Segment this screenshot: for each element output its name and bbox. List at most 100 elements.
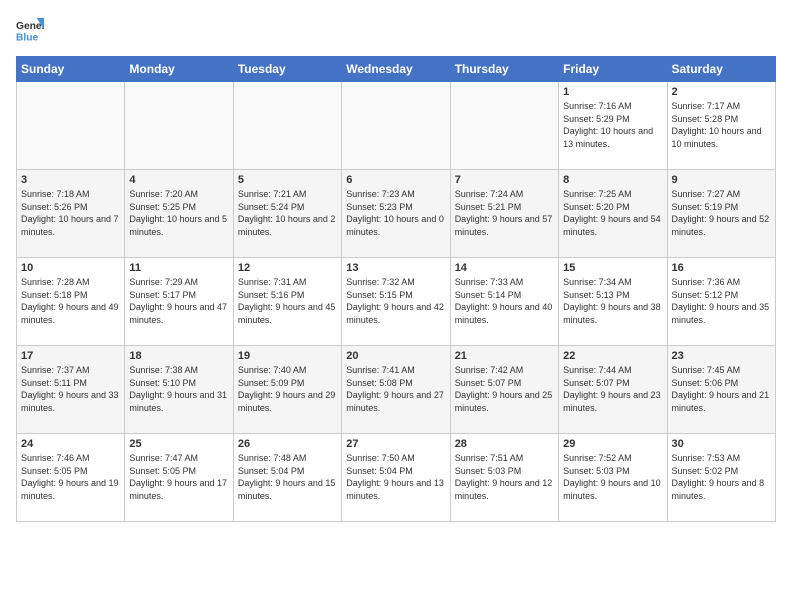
calendar-cell	[450, 82, 558, 170]
day-info: Sunrise: 7:33 AM Sunset: 5:14 PM Dayligh…	[455, 276, 554, 326]
day-number: 22	[563, 350, 662, 362]
day-number: 21	[455, 350, 554, 362]
calendar-week-row: 1Sunrise: 7:16 AM Sunset: 5:29 PM Daylig…	[17, 82, 776, 170]
day-number: 4	[129, 174, 228, 186]
day-info: Sunrise: 7:32 AM Sunset: 5:15 PM Dayligh…	[346, 276, 445, 326]
day-info: Sunrise: 7:46 AM Sunset: 5:05 PM Dayligh…	[21, 452, 120, 502]
column-header-saturday: Saturday	[667, 57, 775, 82]
day-number: 27	[346, 438, 445, 450]
calendar-cell	[125, 82, 233, 170]
day-number: 10	[21, 262, 120, 274]
day-info: Sunrise: 7:41 AM Sunset: 5:08 PM Dayligh…	[346, 364, 445, 414]
calendar-cell: 22Sunrise: 7:44 AM Sunset: 5:07 PM Dayli…	[559, 346, 667, 434]
day-info: Sunrise: 7:20 AM Sunset: 5:25 PM Dayligh…	[129, 188, 228, 238]
calendar-cell: 3 Sunrise: 7:18 AM Sunset: 5:26 PM Daylig…	[17, 170, 125, 258]
calendar-table: SundayMondayTuesdayWednesdayThursdayFrid…	[16, 56, 776, 522]
day-info: Sunrise: 7:50 AM Sunset: 5:04 PM Dayligh…	[346, 452, 445, 502]
calendar-cell: 9 Sunrise: 7:27 AM Sunset: 5:19 PM Daylig…	[667, 170, 775, 258]
day-number: 3	[21, 174, 120, 186]
calendar-cell: 27 Sunrise: 7:50 AM Sunset: 5:04 PM Dayli…	[342, 434, 450, 522]
calendar-cell: 2 Sunrise: 7:17 AM Sunset: 5:28 PM Daylig…	[667, 82, 775, 170]
calendar-cell	[17, 82, 125, 170]
calendar-cell: 24 Sunrise: 7:46 AM Sunset: 5:05 PM Dayli…	[17, 434, 125, 522]
column-header-monday: Monday	[125, 57, 233, 82]
day-info: Sunrise: 7:23 AM Sunset: 5:23 PM Dayligh…	[346, 188, 445, 238]
day-info: Sunrise: 7:40 AM Sunset: 5:09 PM Dayligh…	[238, 364, 337, 414]
day-info: Sunrise: 7:53 AM Sunset: 5:02 PM Dayligh…	[672, 452, 771, 502]
day-info: Sunrise: 7:47 AM Sunset: 5:05 PM Dayligh…	[129, 452, 228, 502]
calendar-cell: 11Sunrise: 7:29 AM Sunset: 5:17 PM Dayli…	[125, 258, 233, 346]
column-header-sunday: Sunday	[17, 57, 125, 82]
day-info: Sunrise: 7:29 AM Sunset: 5:17 PM Dayligh…	[129, 276, 228, 326]
calendar-cell: 5 Sunrise: 7:21 AM Sunset: 5:24 PM Daylig…	[233, 170, 341, 258]
day-info: Sunrise: 7:21 AM Sunset: 5:24 PM Dayligh…	[238, 188, 337, 238]
calendar-cell: 21 Sunrise: 7:42 AM Sunset: 5:07 PM Dayli…	[450, 346, 558, 434]
day-number: 29	[563, 438, 662, 450]
svg-text:Blue: Blue	[16, 32, 39, 43]
calendar-cell: 10 Sunrise: 7:28 AM Sunset: 5:18 PM Dayli…	[17, 258, 125, 346]
day-number: 15	[563, 262, 662, 274]
day-number: 16	[672, 262, 771, 274]
column-header-friday: Friday	[559, 57, 667, 82]
calendar-cell: 29Sunrise: 7:52 AM Sunset: 5:03 PM Dayli…	[559, 434, 667, 522]
day-info: Sunrise: 7:38 AM Sunset: 5:10 PM Dayligh…	[129, 364, 228, 414]
day-number: 28	[455, 438, 554, 450]
day-number: 30	[672, 438, 771, 450]
day-info: Sunrise: 7:51 AM Sunset: 5:03 PM Dayligh…	[455, 452, 554, 502]
calendar-cell: 12 Sunrise: 7:31 AM Sunset: 5:16 PM Dayli…	[233, 258, 341, 346]
day-number: 2	[672, 86, 771, 98]
day-info: Sunrise: 7:42 AM Sunset: 5:07 PM Dayligh…	[455, 364, 554, 414]
calendar-week-row: 3 Sunrise: 7:18 AM Sunset: 5:26 PM Daylig…	[17, 170, 776, 258]
day-number: 9	[672, 174, 771, 186]
calendar-week-row: 17 Sunrise: 7:37 AM Sunset: 5:11 PM Dayli…	[17, 346, 776, 434]
calendar-cell: 15Sunrise: 7:34 AM Sunset: 5:13 PM Dayli…	[559, 258, 667, 346]
day-info: Sunrise: 7:31 AM Sunset: 5:16 PM Dayligh…	[238, 276, 337, 326]
day-number: 17	[21, 350, 120, 362]
calendar-cell: 30 Sunrise: 7:53 AM Sunset: 5:02 PM Dayli…	[667, 434, 775, 522]
logo: General Blue	[16, 16, 48, 44]
day-info: Sunrise: 7:16 AM Sunset: 5:29 PM Dayligh…	[563, 100, 662, 150]
calendar-cell: 8 Sunrise: 7:25 AM Sunset: 5:20 PM Daylig…	[559, 170, 667, 258]
calendar-cell: 1Sunrise: 7:16 AM Sunset: 5:29 PM Daylig…	[559, 82, 667, 170]
day-info: Sunrise: 7:25 AM Sunset: 5:20 PM Dayligh…	[563, 188, 662, 238]
day-number: 25	[129, 438, 228, 450]
day-number: 26	[238, 438, 337, 450]
calendar-cell	[342, 82, 450, 170]
day-number: 7	[455, 174, 554, 186]
day-info: Sunrise: 7:17 AM Sunset: 5:28 PM Dayligh…	[672, 100, 771, 150]
calendar-cell: 25 Sunrise: 7:47 AM Sunset: 5:05 PM Dayli…	[125, 434, 233, 522]
day-number: 12	[238, 262, 337, 274]
calendar-week-row: 24 Sunrise: 7:46 AM Sunset: 5:05 PM Dayli…	[17, 434, 776, 522]
column-header-wednesday: Wednesday	[342, 57, 450, 82]
calendar-cell: 16 Sunrise: 7:36 AM Sunset: 5:12 PM Dayli…	[667, 258, 775, 346]
day-number: 5	[238, 174, 337, 186]
calendar-cell: 7Sunrise: 7:24 AM Sunset: 5:21 PM Daylig…	[450, 170, 558, 258]
day-number: 13	[346, 262, 445, 274]
day-number: 24	[21, 438, 120, 450]
calendar-cell: 14 Sunrise: 7:33 AM Sunset: 5:14 PM Dayli…	[450, 258, 558, 346]
calendar-cell: 20Sunrise: 7:41 AM Sunset: 5:08 PM Dayli…	[342, 346, 450, 434]
day-info: Sunrise: 7:27 AM Sunset: 5:19 PM Dayligh…	[672, 188, 771, 238]
day-info: Sunrise: 7:37 AM Sunset: 5:11 PM Dayligh…	[21, 364, 120, 414]
day-number: 19	[238, 350, 337, 362]
calendar-cell: 6 Sunrise: 7:23 AM Sunset: 5:23 PM Daylig…	[342, 170, 450, 258]
day-number: 23	[672, 350, 771, 362]
calendar-week-row: 10 Sunrise: 7:28 AM Sunset: 5:18 PM Dayli…	[17, 258, 776, 346]
calendar-cell: 23Sunrise: 7:45 AM Sunset: 5:06 PM Dayli…	[667, 346, 775, 434]
day-number: 8	[563, 174, 662, 186]
page-header: General Blue	[16, 16, 776, 44]
day-info: Sunrise: 7:18 AM Sunset: 5:26 PM Dayligh…	[21, 188, 120, 238]
day-number: 6	[346, 174, 445, 186]
calendar-cell: 4 Sunrise: 7:20 AM Sunset: 5:25 PM Daylig…	[125, 170, 233, 258]
calendar-cell: 13 Sunrise: 7:32 AM Sunset: 5:15 PM Dayli…	[342, 258, 450, 346]
day-number: 18	[129, 350, 228, 362]
day-number: 14	[455, 262, 554, 274]
calendar-cell: 28 Sunrise: 7:51 AM Sunset: 5:03 PM Dayli…	[450, 434, 558, 522]
column-header-thursday: Thursday	[450, 57, 558, 82]
day-info: Sunrise: 7:36 AM Sunset: 5:12 PM Dayligh…	[672, 276, 771, 326]
calendar-cell: 19 Sunrise: 7:40 AM Sunset: 5:09 PM Dayli…	[233, 346, 341, 434]
logo-icon: General Blue	[16, 16, 44, 44]
day-info: Sunrise: 7:28 AM Sunset: 5:18 PM Dayligh…	[21, 276, 120, 326]
calendar-cell	[233, 82, 341, 170]
column-header-tuesday: Tuesday	[233, 57, 341, 82]
